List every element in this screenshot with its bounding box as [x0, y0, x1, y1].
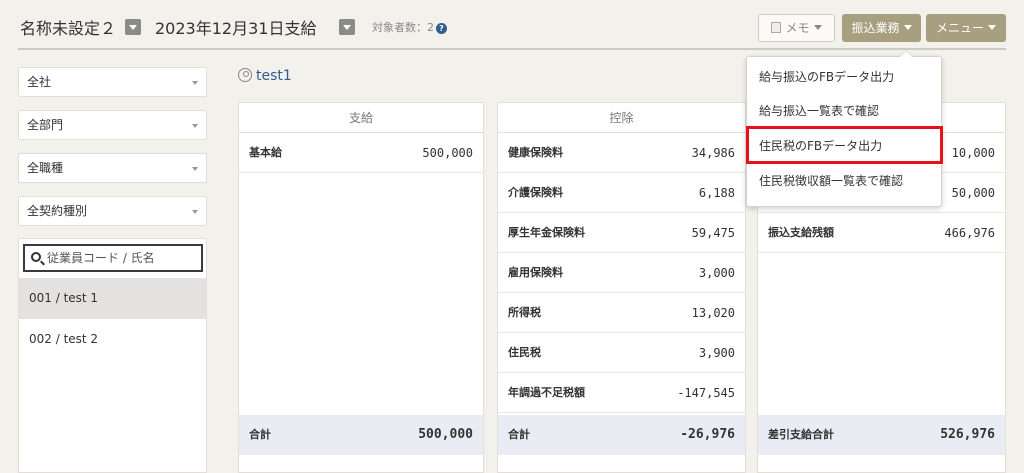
- employee-list: 従業員コード / 氏名 001 / test 1 002 / test 2: [18, 238, 207, 473]
- chevron-down-icon: [192, 81, 198, 85]
- header-divider: [18, 48, 1006, 50]
- menu-item-resident-tax-list[interactable]: 住民税徴収額一覧表で確認: [747, 164, 941, 198]
- user-icon: [238, 68, 252, 82]
- chevron-down-icon: [192, 167, 198, 171]
- chevron-down-icon: [192, 210, 198, 214]
- table-row: 基本給 500,000: [239, 133, 483, 173]
- menu-item-salary-fb-export[interactable]: 給与振込のFBデータ出力: [747, 60, 941, 94]
- company-select[interactable]: 全社: [18, 67, 207, 97]
- employee-name: test1: [238, 68, 292, 84]
- payday-title: 2023年12月31日支給: [155, 19, 317, 38]
- deductions-total: 合計 -26,976: [498, 415, 745, 455]
- contract-type-select[interactable]: 全契約種別: [18, 196, 207, 226]
- menu-item-salary-transfer-list[interactable]: 給与振込一覧表で確認: [747, 94, 941, 128]
- chevron-down-icon: [192, 124, 198, 128]
- payday-dropdown-icon[interactable]: [339, 19, 355, 35]
- employee-item-002[interactable]: 002 / test 2: [19, 319, 206, 360]
- search-icon: [31, 252, 41, 262]
- name-dropdown-icon[interactable]: [125, 19, 141, 35]
- deductions-header: 控除: [498, 103, 745, 133]
- table-row: 健康保険料 34,986: [498, 133, 745, 173]
- table-row: 振込支給残額 466,976: [758, 213, 1005, 253]
- department-select[interactable]: 全部門: [18, 110, 207, 140]
- job-type-select[interactable]: 全職種: [18, 153, 207, 183]
- transfer-button[interactable]: 振込業務: [842, 14, 921, 42]
- table-row: 年調過不足税額 -147,545: [498, 373, 745, 413]
- chevron-down-icon: [988, 25, 996, 30]
- payments-header: 支給: [239, 103, 483, 133]
- payroll-name: 名称未設定２: [20, 19, 117, 38]
- highlight-box: [746, 126, 943, 164]
- employee-item-001[interactable]: 001 / test 1: [19, 278, 206, 319]
- target-count: 対象者数：2?: [372, 19, 447, 35]
- summary-total: 差引支給合計 526,976: [758, 415, 1005, 455]
- memo-icon: [771, 22, 782, 33]
- deductions-table: 控除 健康保険料 34,986 介護保険料 6,188 厚生年金保険料 59,475 …: [497, 102, 746, 473]
- header: 名称未設定２ 2023年12月31日支給 対象者数：2? メモ 振込業務 メニュ…: [0, 0, 1024, 50]
- table-row: 住民税 3,900: [498, 333, 745, 373]
- menu-button[interactable]: メニュー: [926, 14, 1006, 42]
- table-row: 厚生年金保険料 59,475: [498, 213, 745, 253]
- table-row: 雇用保険料 3,000: [498, 253, 745, 293]
- memo-button[interactable]: メモ: [758, 14, 835, 42]
- table-row: 介護保険料 6,188: [498, 173, 745, 213]
- search-input[interactable]: 従業員コード / 氏名: [23, 244, 203, 272]
- table-row: 所得税 13,020: [498, 293, 745, 333]
- payments-table: 支給 基本給 500,000 合計 500,000: [238, 102, 484, 473]
- payments-total: 合計 500,000: [239, 415, 483, 455]
- chevron-down-icon: [903, 25, 912, 30]
- help-icon[interactable]: ?: [436, 23, 447, 34]
